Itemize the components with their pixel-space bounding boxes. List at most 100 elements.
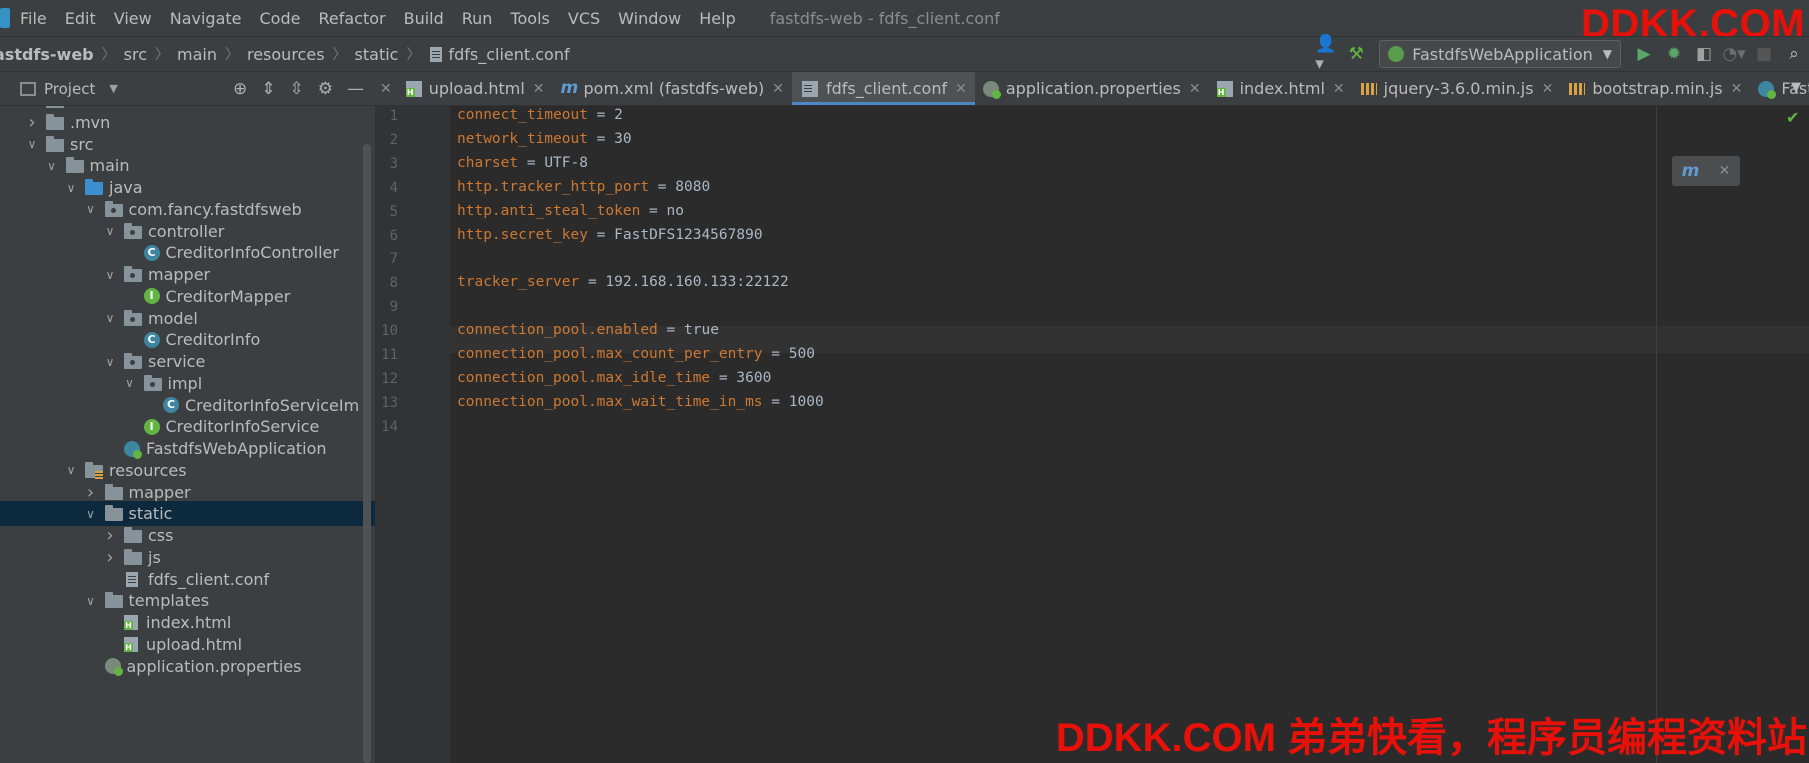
code-editor[interactable]: connect_timeout = 2 network_timeout = 30 c… (450, 106, 1809, 763)
tree-item-label: controller (148, 221, 225, 241)
close-icon[interactable]: ✕ (1542, 81, 1554, 97)
tree-item-label: application.properties (126, 656, 302, 676)
close-icon[interactable]: ✕ (1719, 163, 1731, 179)
chevron-down-icon[interactable]: ∨ (83, 594, 99, 608)
debug-icon[interactable]: ✹ (1663, 43, 1685, 65)
editor-tab[interactable]: index.html ✕ (1209, 72, 1353, 105)
collapse-all-icon[interactable]: ⇳ (290, 79, 304, 99)
editor-tab[interactable]: m pom.xml (fastdfs-web) ✕ (553, 72, 792, 105)
line-number: 13 (381, 394, 398, 411)
class-icon: C (163, 397, 179, 413)
project-panel-title[interactable]: Project (44, 80, 95, 98)
chevron-right-icon[interactable]: › (102, 547, 118, 568)
editor-tab-bar: ✕ upload.html✕mpom.xml (fastdfs-web)✕fdf… (376, 72, 1809, 106)
menu-file[interactable]: File (20, 9, 47, 28)
menu-view[interactable]: View (114, 9, 152, 28)
chevron-down-icon[interactable]: ∨ (63, 181, 79, 195)
line-number: 7 (389, 251, 398, 268)
breadcrumb-item[interactable]: src (124, 45, 147, 64)
html-file-icon (1216, 80, 1233, 97)
close-icon[interactable]: ✕ (1333, 81, 1345, 97)
close-icon[interactable]: ✕ (955, 81, 967, 97)
run-toolbar: 👤▾ ⚒ FastdfsWebApplication ▼ ▶ ✹ ◧ ◔▾ ■ … (1311, 34, 1809, 74)
config-key: http.tracker_http_port (457, 178, 650, 195)
spring-boot-app-icon (124, 440, 142, 459)
menu-code[interactable]: Code (260, 9, 301, 28)
settings-gear-icon[interactable]: ⚙ (318, 79, 333, 99)
code-line: connection_pool.enabled = true (457, 322, 719, 338)
tabs-overflow-chevron-icon[interactable]: ▼ (1791, 80, 1801, 95)
project-panel-header: Project ▼ ⊕ ⇕ ⇳ ⚙ — (0, 72, 376, 106)
breadcrumb-item[interactable]: main (177, 45, 217, 64)
chevron-right-icon[interactable]: › (24, 112, 40, 133)
tree-item-label: resources (109, 460, 187, 480)
editor-tab[interactable]: application.properties ✕ (975, 72, 1209, 105)
close-icon[interactable]: ✕ (533, 81, 545, 97)
menu-vcs[interactable]: VCS (568, 9, 600, 28)
breadcrumb-item[interactable]: static (355, 45, 399, 64)
editor-tab[interactable]: bootstrap.min.js ✕ (1561, 72, 1750, 105)
vcs-user-icon[interactable]: 👤▾ (1315, 34, 1337, 74)
close-icon[interactable]: ✕ (772, 81, 784, 97)
config-file-icon (126, 571, 138, 587)
equals-sign: = (579, 274, 606, 291)
editor-tab[interactable]: fdfs_client.conf ✕ (791, 72, 975, 105)
inspection-ok-check-icon[interactable]: ✔ (1786, 108, 1799, 127)
chevron-down-icon[interactable]: ▼ (109, 82, 117, 95)
class-icon: C (143, 331, 160, 348)
search-icon[interactable]: ⌕ (1783, 43, 1805, 65)
code-line: http.anti_steal_token = no (457, 203, 684, 219)
menubar: File Edit View Navigate Code Refactor Build Run… (0, 0, 1809, 36)
locate-file-icon[interactable]: ⊕ (233, 79, 247, 99)
folder-icon (124, 548, 142, 565)
stop-icon[interactable]: ■ (1753, 43, 1775, 65)
editor-tab[interactable]: jquery-3.6.0.min.js ✕ (1353, 72, 1562, 105)
chevron-down-icon[interactable]: ∨ (83, 202, 99, 216)
run-config-select[interactable]: FastdfsWebApplication ▼ (1379, 40, 1621, 68)
chevron-down-icon[interactable]: ∨ (102, 311, 118, 325)
spring-boot-app-icon (1758, 80, 1777, 99)
build-hammer-icon[interactable]: ⚒ (1345, 43, 1367, 65)
breadcrumb-item[interactable]: astdfs-web (0, 45, 94, 64)
chevron-right-icon[interactable]: › (102, 525, 118, 546)
breadcrumb-item[interactable]: resources (247, 45, 325, 64)
run-icon[interactable]: ▶ (1633, 43, 1655, 65)
line-number: 12 (381, 370, 398, 387)
hide-panel-icon[interactable]: — (347, 79, 364, 99)
chevron-down-icon[interactable]: ∨ (122, 376, 138, 390)
code-line: connect_timeout = 2 (457, 107, 623, 123)
chevron-down-icon: ▼ (1602, 47, 1612, 61)
chevron-right-icon[interactable]: › (83, 482, 99, 503)
close-icon[interactable]: ✕ (376, 81, 398, 97)
config-value: 192.168.160.133:22122 (605, 274, 789, 291)
menu-build[interactable]: Build (404, 9, 444, 28)
maven-reload-icon[interactable]: m (1682, 161, 1700, 181)
menu-navigate[interactable]: Navigate (170, 9, 242, 28)
code-line: http.secret_key = FastDFS1234567890 (457, 227, 763, 243)
tree-item[interactable]: ›application.properties (0, 654, 375, 679)
chevron-down-icon[interactable]: ∨ (83, 507, 99, 521)
editor-tab[interactable]: upload.html ✕ (398, 72, 553, 105)
chevron-down-icon[interactable]: ∨ (24, 137, 40, 151)
expand-all-icon[interactable]: ⇕ (261, 79, 275, 99)
run-config-label: FastdfsWebApplication (1412, 44, 1593, 64)
menu-window[interactable]: Window (618, 9, 681, 28)
close-icon[interactable]: ✕ (1189, 81, 1201, 97)
chevron-down-icon[interactable]: ∨ (63, 463, 79, 477)
close-icon[interactable]: ✕ (1731, 81, 1743, 97)
menu-edit[interactable]: Edit (65, 9, 96, 28)
folder-icon (104, 592, 123, 609)
coverage-icon[interactable]: ◧ (1693, 43, 1715, 65)
package-icon (124, 353, 142, 369)
menu-refactor[interactable]: Refactor (318, 9, 385, 28)
chevron-down-icon[interactable]: ∨ (44, 159, 60, 173)
menu-run[interactable]: Run (462, 9, 493, 28)
tab-label: jquery-3.6.0.min.js (1383, 79, 1534, 98)
profile-icon[interactable]: ◔▾ (1722, 43, 1745, 65)
chevron-down-icon[interactable]: ∨ (102, 355, 118, 369)
chevron-down-icon[interactable]: ∨ (102, 224, 118, 238)
chevron-down-icon[interactable]: ∨ (102, 268, 118, 282)
breadcrumb-item[interactable]: fdfs_client.conf (448, 45, 569, 64)
menu-tools[interactable]: Tools (510, 9, 549, 28)
menu-help[interactable]: Help (699, 9, 735, 28)
